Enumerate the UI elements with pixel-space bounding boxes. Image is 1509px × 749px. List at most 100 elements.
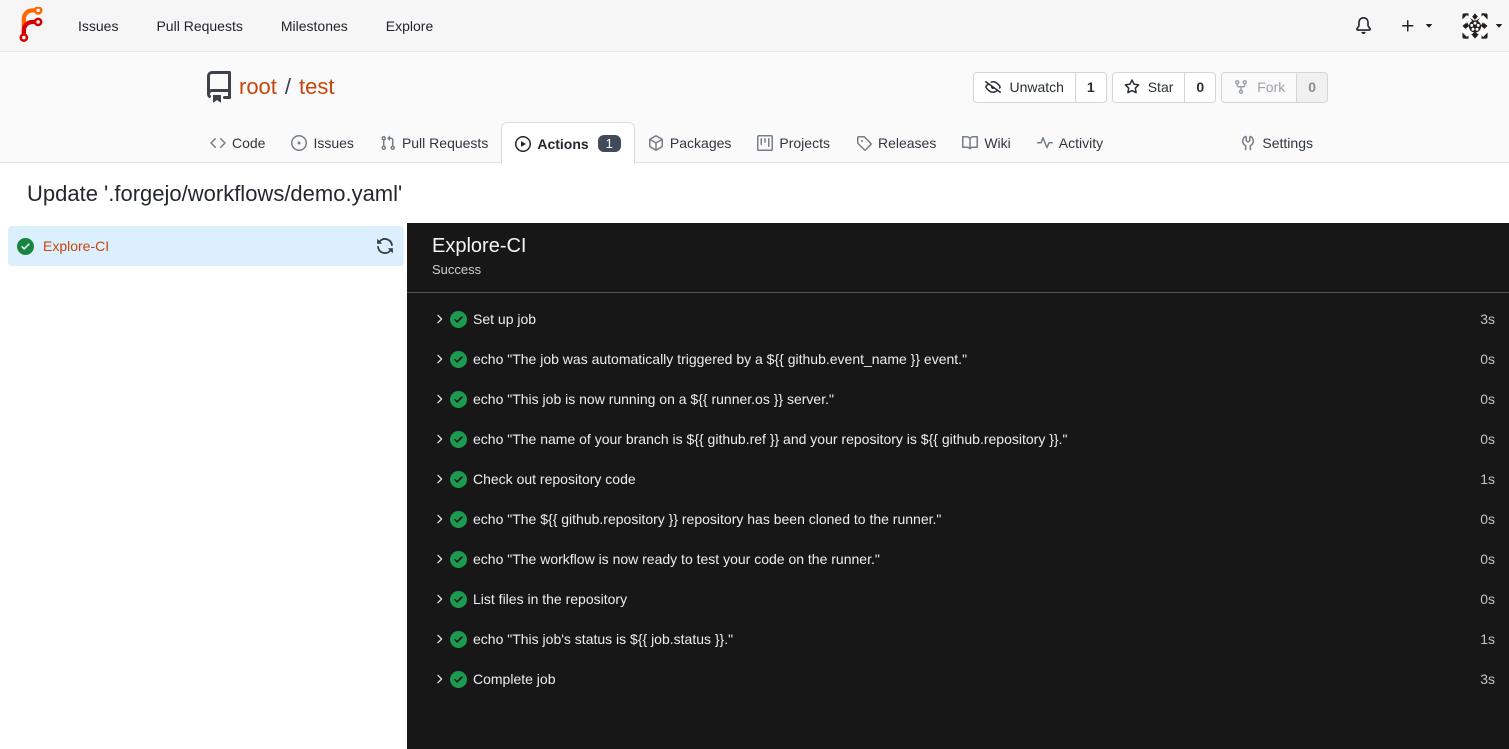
repo-action-button-label: Fork [1257, 79, 1286, 95]
repo-name: root / test [239, 74, 335, 100]
job-log-header: Explore-CI Success [407, 223, 1509, 293]
step-row[interactable]: echo "The ${{ github.repository }} repos… [407, 499, 1509, 539]
repo-action-button-count[interactable]: 1 [1074, 72, 1106, 102]
repo-action-button-count[interactable]: 0 [1184, 72, 1215, 102]
repo-tab[interactable]: Releases [843, 122, 949, 163]
chevron-right-icon [432, 392, 446, 406]
step-label: List files in the repository [473, 591, 628, 607]
step-row[interactable]: echo "The name of your branch is ${{ git… [407, 419, 1509, 459]
repo-tab[interactable]: Code [197, 122, 278, 163]
repo-action-button[interactable]: Unwatch 1 [973, 71, 1107, 103]
run-layout: Explore-CI Explore-CI Success Set up job… [0, 223, 1509, 749]
code-icon [210, 135, 226, 151]
navbar-item-label: Pull Requests [156, 17, 243, 34]
repo-tab[interactable]: Issues [278, 122, 366, 163]
repo-action-buttons: Unwatch 1 Star 0 Fork 0 [973, 71, 1328, 103]
user-menu[interactable] [1462, 12, 1505, 39]
repo-title-row: root / test Unwatch 1 Star 0 Fork 0 [191, 52, 1328, 122]
bell-icon[interactable] [1355, 17, 1372, 34]
actions-run-view: Update '.forgejo/workflows/demo.yaml' Ex… [0, 180, 1509, 749]
navbar-item[interactable]: Explore [367, 0, 452, 51]
repo-action-button[interactable]: Fork 0 [1221, 71, 1328, 103]
repo-action-button-main[interactable]: Fork [1222, 73, 1296, 102]
step-row[interactable]: echo "This job's status is ${{ job.statu… [407, 619, 1509, 659]
step-row[interactable]: Set up job 3s [407, 299, 1509, 339]
step-row[interactable]: echo "This job is now running on a ${{ r… [407, 379, 1509, 419]
repo-action-button-label: Unwatch [1009, 79, 1064, 95]
issue-icon [291, 134, 308, 151]
chevron-right-icon [432, 632, 446, 646]
repo-tab[interactable]: Projects [744, 122, 843, 163]
step-duration: 0s [1480, 391, 1495, 407]
repo-name-link[interactable]: test [299, 74, 334, 100]
check-circle-icon [450, 310, 467, 328]
eye-slash-icon [985, 79, 1002, 95]
package-icon [648, 134, 664, 151]
caret-down-icon [1423, 20, 1435, 32]
navbar-right [1355, 12, 1509, 39]
project-icon [757, 134, 774, 151]
check-circle-icon [450, 390, 467, 408]
navbar-item[interactable]: Pull Requests [137, 0, 261, 51]
step-duration: 3s [1480, 311, 1495, 327]
repo-tab-settings[interactable]: Settings [1227, 122, 1326, 163]
step-row[interactable]: echo "The job was automatically triggere… [407, 339, 1509, 379]
step-label: echo "This job's status is ${{ job.statu… [473, 631, 734, 647]
step-duration: 1s [1480, 631, 1495, 647]
check-circle-icon [450, 510, 467, 528]
caret-down-icon [1493, 20, 1505, 32]
repo-tab[interactable]: Packages [635, 122, 744, 163]
step-label: Check out repository code [473, 471, 636, 487]
step-duration: 0s [1480, 591, 1495, 607]
repo-tab[interactable]: Actions 1 [501, 122, 635, 164]
repo-tab[interactable]: Wiki [949, 122, 1023, 163]
repo-tab-label: Releases [877, 134, 937, 151]
repo-action-button[interactable]: Star 0 [1111, 71, 1217, 103]
job-item-selected[interactable]: Explore-CI [8, 226, 404, 266]
check-circle-icon [450, 550, 467, 568]
repo-action-button-main[interactable]: Unwatch [974, 73, 1074, 102]
step-row[interactable]: Check out repository code 1s [407, 459, 1509, 499]
repo-header: root / test Unwatch 1 Star 0 Fork 0 Code… [0, 52, 1509, 164]
plus-icon [1400, 18, 1416, 34]
repo-tab[interactable]: Activity [1024, 122, 1116, 163]
navbar-item-label: Issues [78, 17, 119, 34]
step-row[interactable]: echo "The workflow is now ready to test … [407, 539, 1509, 579]
play-circle-icon [515, 135, 532, 152]
step-row[interactable]: List files in the repository 0s [407, 579, 1509, 619]
star-icon [1124, 79, 1140, 95]
step-duration: 1s [1480, 471, 1495, 487]
navbar-item-label: Milestones [280, 17, 348, 34]
step-label: echo "This job is now running on a ${{ r… [473, 391, 834, 407]
repo-tab-label: Packages [669, 134, 732, 151]
check-circle-icon [17, 237, 34, 255]
step-label: echo "The ${{ github.repository }} repos… [473, 511, 942, 527]
navbar-item[interactable]: Milestones [262, 0, 367, 51]
repo-action-button-main[interactable]: Star [1113, 73, 1185, 102]
chevron-right-icon [432, 432, 446, 446]
step-duration: 0s [1480, 511, 1495, 527]
tools-icon [1240, 135, 1256, 151]
chevron-right-icon [432, 352, 446, 366]
repo-tab-label: Pull Requests [401, 134, 489, 151]
repo-owner-link[interactable]: root [239, 74, 277, 100]
fork-icon [1233, 79, 1249, 95]
create-new-menu[interactable] [1400, 18, 1435, 34]
chevron-right-icon [432, 312, 446, 326]
job-name: Explore-CI [43, 238, 110, 254]
rerun-job-icon[interactable] [376, 237, 394, 255]
forgejo-logo[interactable] [14, 6, 50, 43]
step-row[interactable]: Complete job 3s [407, 659, 1509, 699]
job-log-panel: Explore-CI Success Set up job 3s echo "T… [407, 223, 1509, 749]
book-icon [962, 135, 979, 151]
chevron-right-icon [432, 592, 446, 606]
chevron-right-icon [432, 512, 446, 526]
repo-tab[interactable]: Pull Requests [367, 122, 501, 163]
job-log-status: Success [432, 262, 482, 277]
pulse-icon [1036, 135, 1053, 151]
navbar-links: Issues Pull Requests Milestones Explore [59, 0, 452, 51]
navbar-item[interactable]: Issues [59, 0, 137, 51]
jobs-sidebar: Explore-CI [0, 223, 407, 749]
chevron-right-icon [432, 552, 446, 566]
repo-action-button-count[interactable]: 0 [1296, 72, 1327, 102]
